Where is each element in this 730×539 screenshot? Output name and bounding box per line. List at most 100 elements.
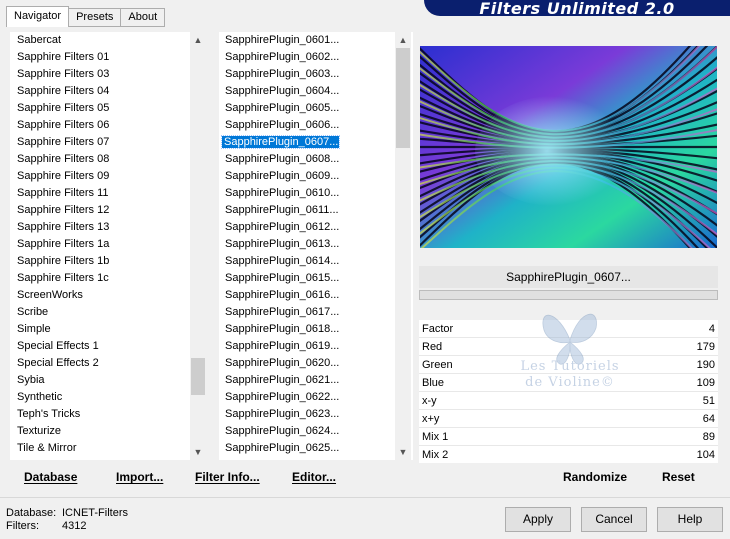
filter-scrollbar[interactable]: ▲ ▼ [395, 32, 411, 460]
filter-list[interactable]: SapphirePlugin_0601... SapphirePlugin_060… [219, 32, 413, 460]
category-item[interactable]: Simple [10, 321, 206, 338]
cancel-button[interactable]: Cancel [581, 507, 647, 532]
param-row[interactable]: x-y 51 [419, 392, 718, 410]
param-row[interactable]: Factor 4 [419, 320, 718, 338]
filter-item[interactable]: SapphirePlugin_0609... [219, 168, 413, 185]
category-item[interactable]: Sapphire Filters 06 [10, 117, 206, 134]
tab-navigator[interactable]: Navigator [6, 6, 70, 27]
filter-item-label: SapphirePlugin_0625... [225, 442, 340, 454]
filter-item[interactable]: SapphirePlugin_0623... [219, 406, 413, 423]
category-item[interactable]: Teph's Tricks [10, 406, 206, 423]
filter-item[interactable]: SapphirePlugin_0604... [219, 83, 413, 100]
filter-item[interactable]: SapphirePlugin_0618... [219, 321, 413, 338]
category-item[interactable]: Sapphire Filters 11 [10, 185, 206, 202]
param-row[interactable]: Mix 1 89 [419, 428, 718, 446]
category-item[interactable]: Sapphire Filters 01 [10, 49, 206, 66]
filter-item[interactable]: SapphirePlugin_0610... [219, 185, 413, 202]
filter-item[interactable]: SapphirePlugin_0611... [219, 202, 413, 219]
filter-item-label: SapphirePlugin_0608... [225, 153, 340, 165]
scroll-up-icon[interactable]: ▲ [190, 32, 206, 48]
filter-item-label: SapphirePlugin_0620... [225, 357, 340, 369]
category-item[interactable]: Scribe [10, 304, 206, 321]
tab-about[interactable]: About [120, 8, 166, 26]
category-item[interactable]: Tile & Mirror [10, 440, 206, 457]
category-item[interactable]: Sybia [10, 372, 206, 389]
filter-item[interactable]: SapphirePlugin_0603... [219, 66, 413, 83]
filter-item[interactable]: SapphirePlugin_0624... [219, 423, 413, 440]
category-item[interactable]: Sapphire Filters 12 [10, 202, 206, 219]
category-item[interactable]: Sapphire Filters 08 [10, 151, 206, 168]
param-row[interactable]: Blue 109 [419, 374, 718, 392]
filter-item[interactable]: SapphirePlugin_0614... [219, 253, 413, 270]
category-item[interactable]: Sapphire Filters 03 [10, 66, 206, 83]
category-item[interactable]: Sapphire Filters 1a [10, 236, 206, 253]
category-item[interactable]: Special Effects 2 [10, 355, 206, 372]
category-item[interactable]: Sapphire Filters 1b [10, 253, 206, 270]
help-button[interactable]: Help [657, 507, 723, 532]
scroll-down-icon[interactable]: ▼ [395, 444, 411, 460]
category-scroll-thumb[interactable] [191, 358, 205, 395]
category-item[interactable]: Sapphire Filters 1c [10, 270, 206, 287]
filter-item-label: SapphirePlugin_0611... [225, 204, 339, 216]
category-item[interactable]: Special Effects 1 [10, 338, 206, 355]
status-info: Database: ICNET-Filters Filters: 4312 [6, 507, 128, 533]
category-item[interactable]: Sapphire Filters 05 [10, 100, 206, 117]
filter-item-label: SapphirePlugin_0606... [225, 119, 340, 131]
filter-item[interactable]: SapphirePlugin_0620... [219, 355, 413, 372]
scroll-up-icon[interactable]: ▲ [395, 32, 411, 48]
category-item[interactable]: Synthetic [10, 389, 206, 406]
filter-item[interactable]: SapphirePlugin_0625... [219, 440, 413, 457]
param-row[interactable]: x+y 64 [419, 410, 718, 428]
tab-presets[interactable]: Presets [68, 8, 122, 26]
category-item[interactable]: Sapphire Filters 04 [10, 83, 206, 100]
param-row[interactable]: Red 179 [419, 338, 718, 356]
filter-item-label: SapphirePlugin_0605... [225, 102, 340, 114]
param-row[interactable]: Green 190 [419, 356, 718, 374]
database-button[interactable]: Database [24, 470, 77, 484]
filter-item[interactable]: SapphirePlugin_0622... [219, 389, 413, 406]
category-list[interactable]: Sabercat Sapphire Filters 01 Sapphire Filt… [10, 32, 206, 460]
filter-item[interactable]: SapphirePlugin_0616... [219, 287, 413, 304]
filter-item[interactable]: SapphirePlugin_0602... [219, 49, 413, 66]
import-button[interactable]: Import... [116, 470, 163, 484]
filter-item[interactable]: SapphirePlugin_0605... [219, 100, 413, 117]
param-value: 51 [702, 395, 715, 407]
reset-button[interactable]: Reset [662, 470, 695, 484]
filter-item-label: SapphirePlugin_0601... [225, 34, 340, 46]
editor-button[interactable]: Editor... [292, 470, 336, 484]
category-item[interactable]: Sabercat [10, 32, 206, 49]
filter-item[interactable]: SapphirePlugin_0613... [219, 236, 413, 253]
filter-item-label: SapphirePlugin_0603... [225, 68, 340, 80]
scroll-down-icon[interactable]: ▼ [190, 444, 206, 460]
tab-bar: Navigator Presets About [6, 6, 166, 27]
param-label: Green [422, 359, 453, 371]
param-value: 64 [702, 413, 715, 425]
filter-scroll-thumb[interactable] [396, 48, 410, 148]
param-value: 109 [696, 377, 715, 389]
filter-item[interactable]: SapphirePlugin_0601... [219, 32, 413, 49]
filter-item-label: SapphirePlugin_0617... [225, 306, 340, 318]
param-label: x-y [422, 395, 437, 407]
filter-item[interactable]: SapphirePlugin_0606... [219, 117, 413, 134]
param-row[interactable]: Mix 2 104 [419, 446, 718, 464]
filter-item[interactable]: SapphirePlugin_0617... [219, 304, 413, 321]
filter-item[interactable]: SapphirePlugin_0607... [219, 134, 413, 151]
category-item[interactable]: Texturize [10, 423, 206, 440]
param-value: 4 [708, 323, 715, 335]
filter-item[interactable]: SapphirePlugin_0621... [219, 372, 413, 389]
filter-item-label: SapphirePlugin_0614... [225, 255, 340, 267]
filter-info-button[interactable]: Filter Info... [195, 470, 260, 484]
filter-item-label: SapphirePlugin_0616... [225, 289, 340, 301]
filter-item-label: SapphirePlugin_0602... [225, 51, 340, 63]
randomize-button[interactable]: Randomize [563, 470, 627, 484]
filter-item[interactable]: SapphirePlugin_0619... [219, 338, 413, 355]
category-item[interactable]: ScreenWorks [10, 287, 206, 304]
category-item[interactable]: Sapphire Filters 09 [10, 168, 206, 185]
category-scrollbar[interactable]: ▲ ▼ [190, 32, 206, 460]
category-item[interactable]: Sapphire Filters 07 [10, 134, 206, 151]
filter-item[interactable]: SapphirePlugin_0612... [219, 219, 413, 236]
filter-item[interactable]: SapphirePlugin_0615... [219, 270, 413, 287]
apply-button[interactable]: Apply [505, 507, 571, 532]
filter-item[interactable]: SapphirePlugin_0608... [219, 151, 413, 168]
category-item[interactable]: Sapphire Filters 13 [10, 219, 206, 236]
